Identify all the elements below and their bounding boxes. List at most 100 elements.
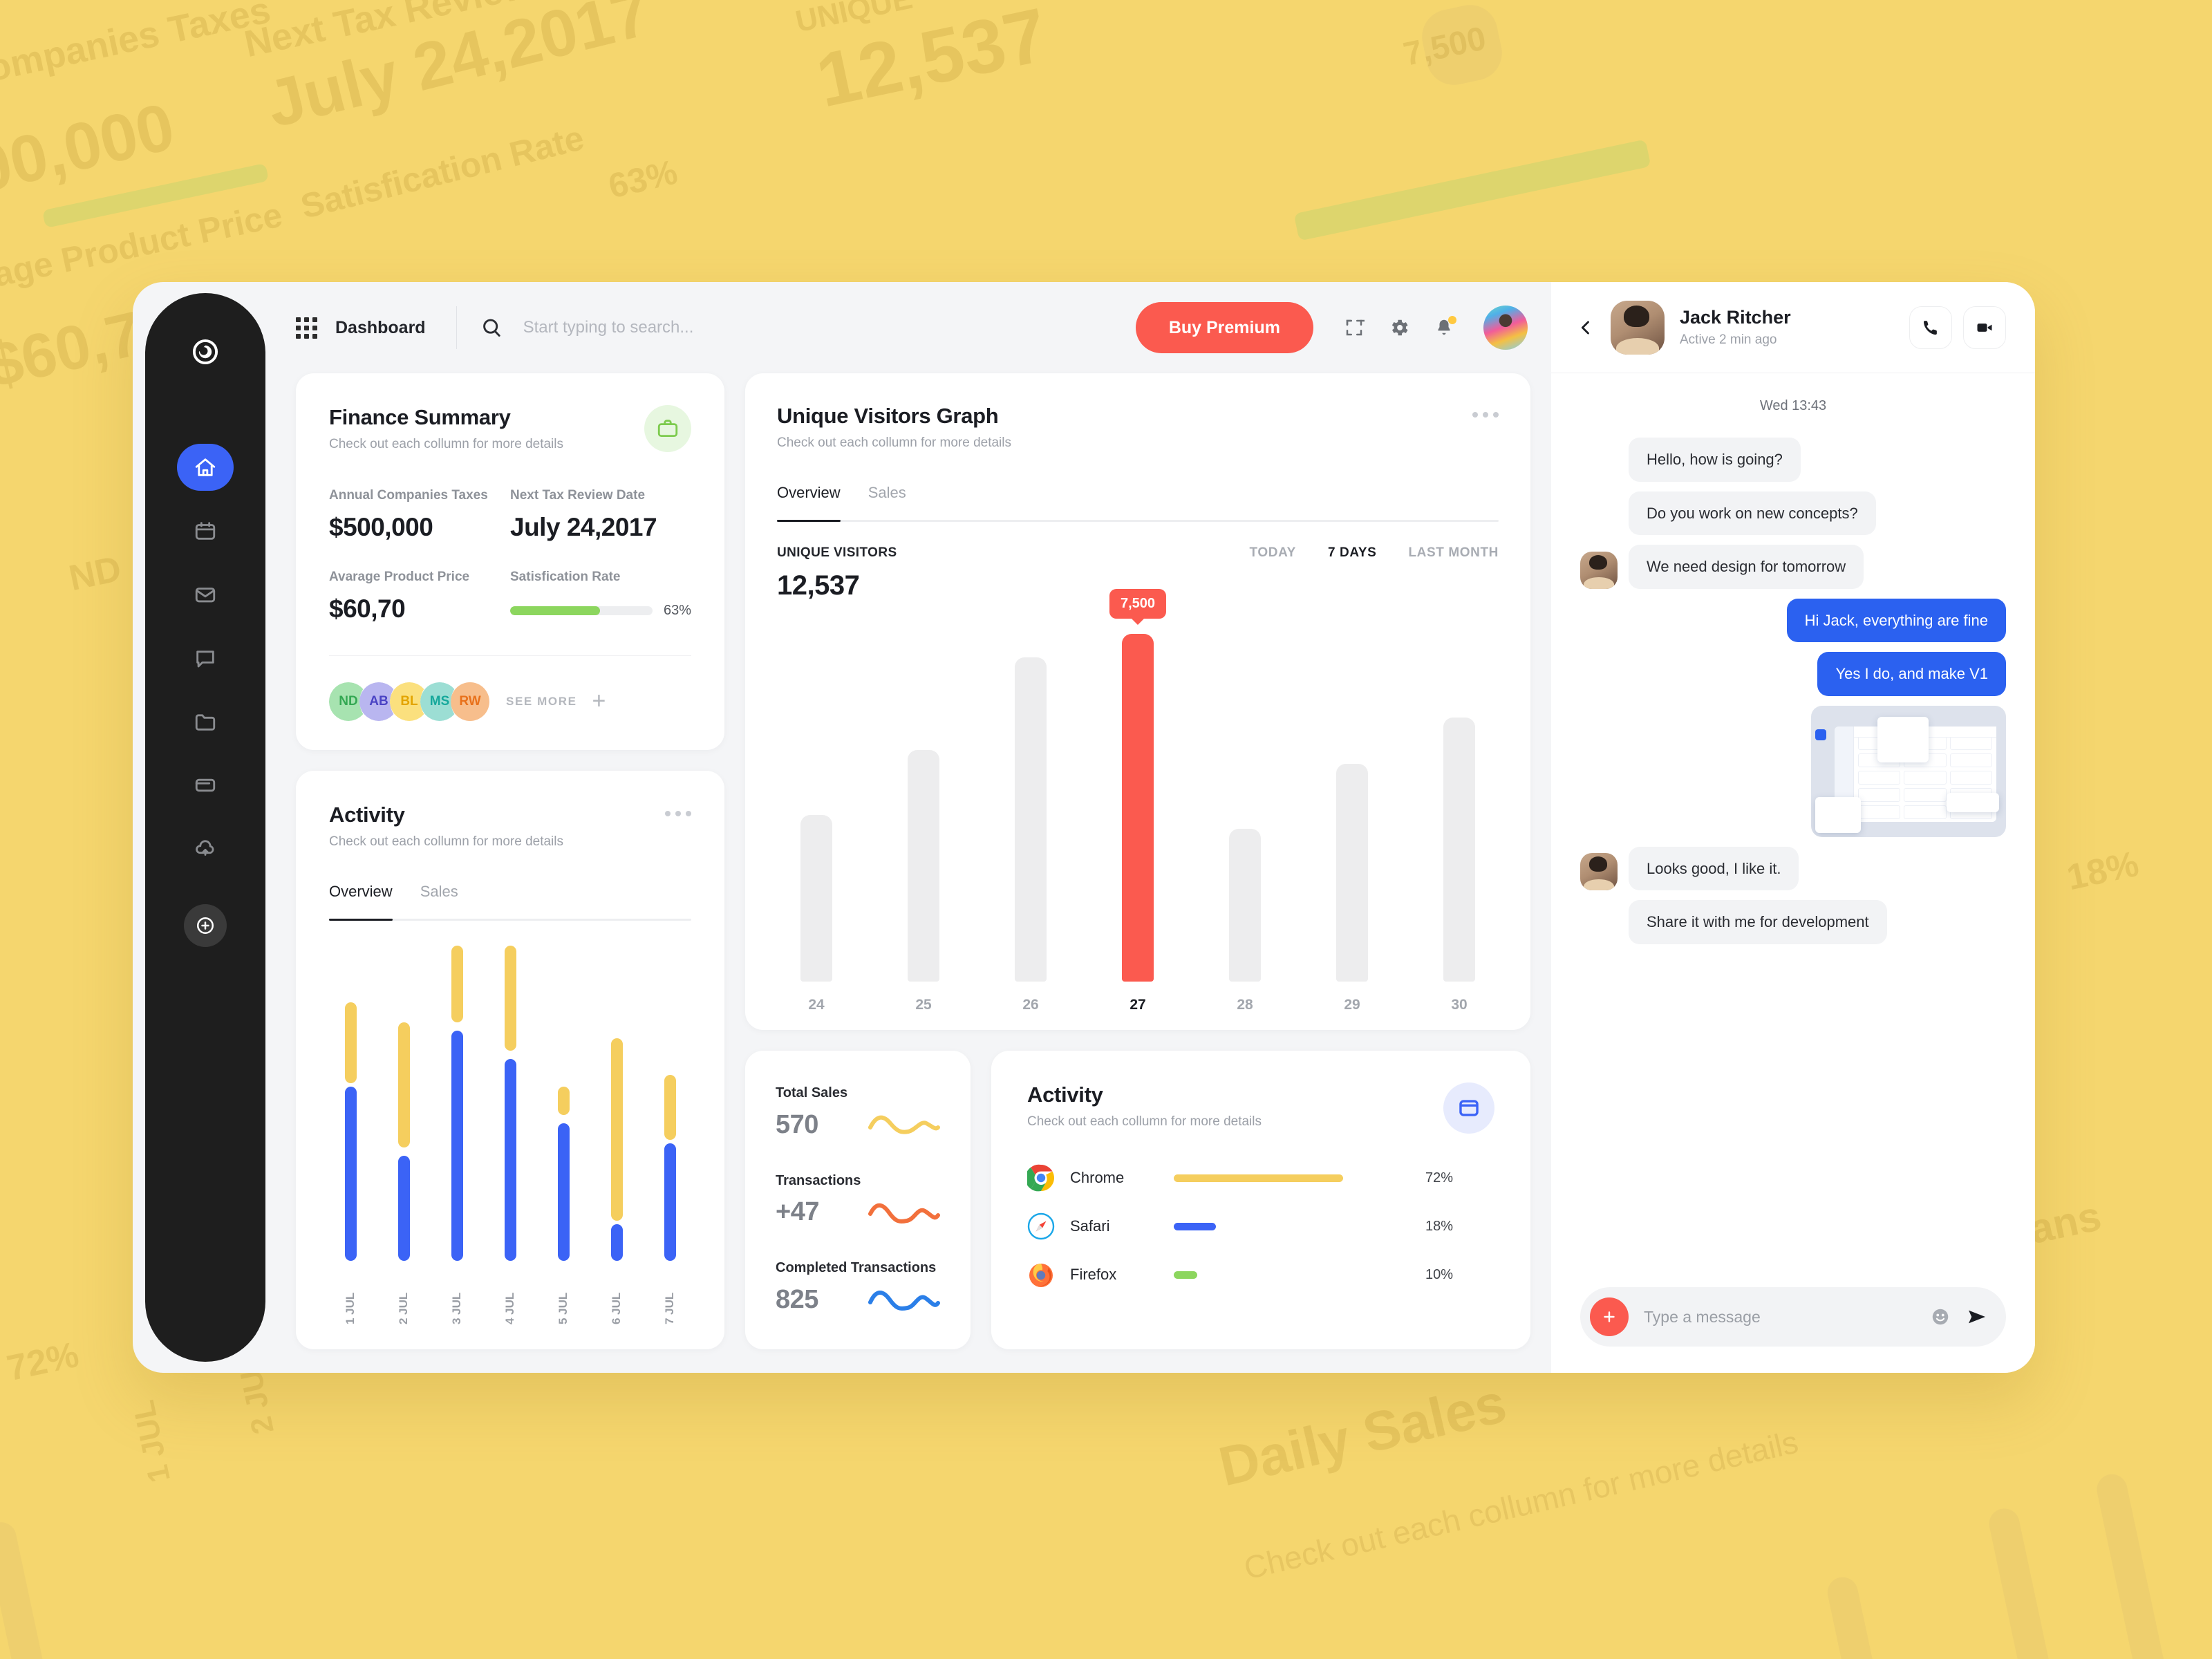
sales-item: Total Sales 570	[776, 1085, 940, 1140]
chat-message-bubble: Share it with me for development	[1629, 900, 1887, 944]
finance-members-footer: ND AB BL MS RW SEE MORE +	[329, 655, 691, 721]
range-7days[interactable]: 7 DAYS	[1328, 545, 1377, 561]
finance-stat: Next Tax Review Date July 24,2017	[510, 488, 691, 542]
visitors-bar-column[interactable]: 26	[1008, 601, 1053, 1013]
range-today[interactable]: TODAY	[1250, 545, 1296, 561]
visitors-bar-column[interactable]: 24	[794, 601, 839, 1013]
visitors-x-label: 26	[1022, 997, 1039, 1013]
video-camera-icon[interactable]	[1963, 306, 2006, 349]
visitors-bar[interactable]	[1443, 717, 1475, 982]
plus-icon[interactable]: +	[592, 689, 606, 713]
send-icon[interactable]	[1966, 1306, 1988, 1328]
fullscreen-icon[interactable]	[1344, 317, 1365, 338]
sidebar-item-chat[interactable]	[177, 635, 234, 682]
visitors-bar[interactable]	[800, 814, 832, 982]
sparkline-total-sales	[868, 1115, 940, 1134]
topbar-divider	[456, 306, 457, 349]
activity-bar-column[interactable]: 7 JUL	[653, 937, 687, 1324]
sales-summary-card: Total Sales 570 Transactions +47 Complet…	[745, 1051, 971, 1349]
activity-bar-yellow	[345, 1002, 357, 1083]
visitors-bar-column[interactable]: 25	[901, 601, 946, 1013]
visitors-bar[interactable]	[1015, 657, 1047, 982]
sidebar-item-calendar[interactable]	[177, 507, 234, 554]
tab-sales[interactable]: Sales	[868, 484, 906, 502]
visitors-bar-column[interactable]: 7,500 27	[1109, 588, 1167, 1013]
visitors-tab-underline	[777, 520, 1499, 522]
activity-x-label: 4 JUL	[503, 1292, 516, 1324]
sales-item: Transactions +47	[776, 1173, 940, 1228]
visitors-title: Unique Visitors Graph	[777, 404, 999, 428]
visitors-bar[interactable]	[1229, 828, 1261, 982]
chat-message-bubble: Do you work on new concepts?	[1629, 491, 1876, 535]
satisfaction-rate: Satisfication Rate 63%	[510, 570, 691, 624]
more-horizontal-icon[interactable]	[1472, 412, 1499, 418]
activity-bar-column[interactable]: 2 JUL	[386, 937, 421, 1324]
browser-progress-fill	[1174, 1222, 1217, 1230]
visitors-tabs: Overview Sales	[777, 484, 1499, 502]
sparkline-transactions	[868, 1203, 940, 1224]
app-window: Dashboard Buy Premium	[133, 282, 2035, 1373]
bell-icon[interactable]	[1434, 316, 1456, 338]
eye-logo-icon[interactable]	[187, 333, 224, 371]
phone-icon[interactable]	[1909, 306, 1952, 349]
chat-image-attachment[interactable]	[1811, 705, 2006, 837]
chat-contact-name: Jack Ritcher	[1680, 307, 1791, 328]
browser-name: Safari	[1070, 1217, 1110, 1235]
browser-name: Firefox	[1070, 1266, 1117, 1283]
sidebar-item-home[interactable]	[177, 444, 234, 491]
watermark-text: Companies Taxes	[0, 0, 274, 95]
chat-messages: Hello, how is going? Do you work on new c…	[1580, 438, 2006, 954]
smiley-icon[interactable]	[1930, 1306, 1951, 1327]
buy-premium-button[interactable]: Buy Premium	[1135, 302, 1313, 353]
activity-x-label: 6 JUL	[610, 1292, 623, 1324]
firefox-icon	[1027, 1261, 1055, 1288]
browser-percent: 72%	[1425, 1170, 1454, 1185]
more-horizontal-icon[interactable]	[665, 811, 691, 816]
gear-icon[interactable]	[1388, 317, 1410, 339]
sparkline-completed	[868, 1291, 940, 1311]
visitors-bar-column[interactable]: 30	[1436, 601, 1482, 1013]
member-avatar[interactable]: MS	[420, 682, 459, 721]
search-input[interactable]	[523, 318, 1136, 337]
sales-item-value: 570	[776, 1109, 818, 1139]
sidebar-item-wallet[interactable]	[177, 762, 234, 809]
sidebar-item-mail[interactable]	[177, 571, 234, 618]
activity-x-label: 5 JUL	[556, 1292, 570, 1324]
sidebar-item-folder[interactable]	[177, 698, 234, 745]
avatar[interactable]	[1483, 306, 1528, 350]
tab-sales[interactable]: Sales	[420, 883, 458, 901]
activity-bar-column[interactable]: 3 JUL	[440, 937, 474, 1324]
watermark-text: 72%	[3, 1334, 82, 1389]
activity-bar-yellow	[451, 945, 463, 1022]
chat-message-row: Looks good, I like it.	[1580, 846, 2006, 890]
visitors-bar[interactable]	[908, 749, 939, 982]
bottom-row: Total Sales 570 Transactions +47 Complet…	[745, 1051, 1530, 1349]
activity-tab-underline	[329, 919, 691, 921]
sidebar-add-button[interactable]	[184, 904, 227, 947]
range-last-month[interactable]: LAST MONTH	[1408, 545, 1499, 561]
activity-bar-column[interactable]: 4 JUL	[493, 937, 527, 1324]
activity-bar-column[interactable]: 1 JUL	[333, 937, 368, 1324]
activity-bar-column[interactable]: 5 JUL	[546, 937, 581, 1324]
chevron-left-icon[interactable]	[1576, 318, 1595, 337]
message-input[interactable]	[1644, 1307, 1915, 1327]
activity-bar-blue	[558, 1123, 570, 1261]
visitors-bar-column[interactable]: 28	[1222, 601, 1268, 1013]
visitors-bar[interactable]	[1336, 763, 1368, 982]
sidebar-nav	[177, 444, 234, 872]
activity-bar-column[interactable]: 6 JUL	[599, 937, 634, 1324]
tab-overview[interactable]: Overview	[777, 484, 841, 502]
visitors-metric-label: UNIQUE VISITORS	[777, 545, 897, 560]
tab-overview[interactable]: Overview	[329, 883, 393, 901]
search-icon[interactable]	[480, 317, 503, 339]
sidebar-item-cloud[interactable]	[177, 825, 234, 872]
apps-grid-icon[interactable]	[296, 317, 317, 339]
sidebar	[145, 293, 265, 1362]
chat-message-row	[1580, 705, 2006, 837]
attach-plus-button[interactable]	[1590, 1297, 1629, 1336]
topbar: Dashboard Buy Premium	[265, 282, 1551, 373]
activity-bar-yellow	[558, 1087, 570, 1116]
visitors-bar-column[interactable]: 29	[1329, 601, 1375, 1013]
visitors-bar[interactable]	[1122, 633, 1154, 982]
see-more-link[interactable]: SEE MORE	[506, 695, 577, 709]
